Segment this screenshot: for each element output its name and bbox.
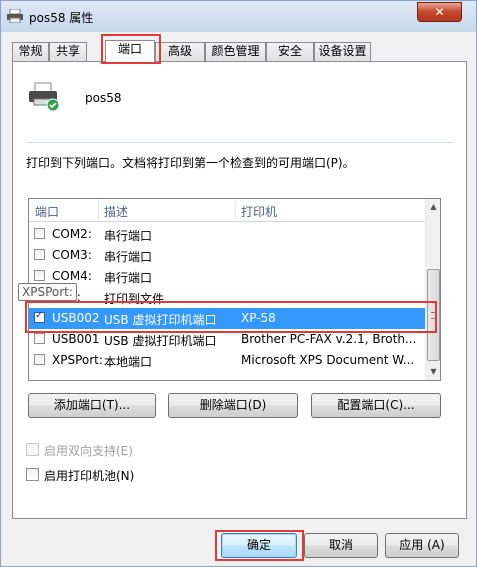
column-divider[interactable] — [235, 199, 236, 221]
port-description: 串行端口 — [104, 250, 153, 264]
tab-general[interactable]: 常规 — [12, 42, 49, 61]
port-row[interactable]: COM3: 串行端口 — [29, 245, 425, 266]
tab-device-settings[interactable]: 设备设置 — [314, 42, 371, 61]
window-title: pos58 属性 — [29, 11, 94, 25]
ports-list[interactable]: 端口 描述 打印机 COM2: 串行端口 COM3: 串行端口 COM4: 串行… — [28, 198, 441, 381]
port-printer: Brother PC-FAX v.2.1, Broth... — [241, 332, 417, 346]
column-header-description[interactable]: 描述 — [104, 203, 128, 220]
port-checkbox[interactable] — [34, 354, 45, 365]
column-header-port[interactable]: 端口 — [35, 203, 59, 220]
bidirectional-checkbox[interactable] — [26, 443, 39, 456]
configure-port-button[interactable]: 配置端口(C)... — [311, 393, 441, 418]
port-checkbox[interactable] — [34, 270, 45, 281]
delete-port-button[interactable]: 删除端口(D) — [168, 393, 298, 418]
vertical-scrollbar[interactable]: ▲ ▼ — [425, 199, 440, 380]
column-header-printer[interactable]: 打印机 — [241, 203, 277, 220]
port-name: COM2: — [52, 227, 92, 241]
ports-panel: pos58 打印到下列端口。文档将打印到第一个检查到的可用端口(P)。 端口 描… — [12, 61, 467, 519]
port-printer: Microsoft XPS Document W... — [241, 353, 415, 367]
port-checkbox[interactable] — [34, 249, 45, 260]
port-description: 串行端口 — [104, 229, 153, 243]
scroll-down-arrow-icon[interactable]: ▼ — [426, 364, 440, 380]
port-checkbox[interactable] — [34, 228, 45, 239]
printer-small-icon — [7, 9, 23, 23]
tab-color-management[interactable]: 颜色管理 — [205, 42, 266, 61]
scroll-up-arrow-icon[interactable]: ▲ — [426, 199, 440, 215]
port-description: 串行端口 — [104, 271, 153, 285]
port-name: COM4: — [52, 269, 92, 283]
port-checkbox[interactable] — [34, 333, 45, 344]
add-port-button[interactable]: 添加端口(T)... — [28, 393, 156, 418]
list-header: 端口 描述 打印机 — [29, 199, 425, 222]
printer-icon — [29, 82, 60, 112]
ports-description: 打印到下列端口。文档将打印到第一个检查到的可用端口(P)。 — [26, 156, 355, 170]
port-row[interactable]: COM4: 串行端口 — [29, 266, 425, 287]
highlight-ok-button — [215, 530, 304, 561]
apply-button[interactable]: 应用 (A) — [385, 533, 459, 558]
port-name: XPSPort: — [52, 353, 103, 367]
printer-name: pos58 — [85, 91, 122, 105]
printer-pooling-checkbox[interactable] — [26, 468, 39, 481]
port-name: COM3: — [52, 248, 92, 262]
highlight-ports-tab — [101, 34, 161, 64]
port-row[interactable]: XPSPort: 本地端口 Microsoft XPS Document W..… — [29, 350, 425, 371]
tab-advanced[interactable]: 高级 — [155, 42, 205, 61]
properties-window: pos58 属性 ✕ 常规 共享 端口 高级 颜色管理 安全 设备设置 pos5… — [0, 0, 477, 567]
highlight-selected-port — [25, 301, 437, 333]
divider — [26, 142, 454, 143]
column-divider[interactable] — [98, 199, 99, 221]
port-row[interactable]: COM2: 串行端口 — [29, 224, 425, 245]
title-bar[interactable]: pos58 属性 ✕ — [1, 1, 476, 32]
close-button[interactable]: ✕ — [417, 2, 462, 22]
cancel-button[interactable]: 取消 — [304, 533, 378, 558]
port-name: USB001 — [52, 332, 100, 346]
tab-sharing[interactable]: 共享 — [49, 42, 87, 61]
tab-security[interactable]: 安全 — [266, 42, 314, 61]
printer-pooling-label: 启用打印机池(N) — [44, 469, 135, 483]
port-description: 本地端口 — [104, 355, 153, 369]
bidirectional-label: 启用双向支持(E) — [44, 444, 133, 458]
port-description: USB 虚拟打印机端口 — [104, 334, 217, 348]
port-tooltip: XPSPort: — [18, 283, 77, 301]
